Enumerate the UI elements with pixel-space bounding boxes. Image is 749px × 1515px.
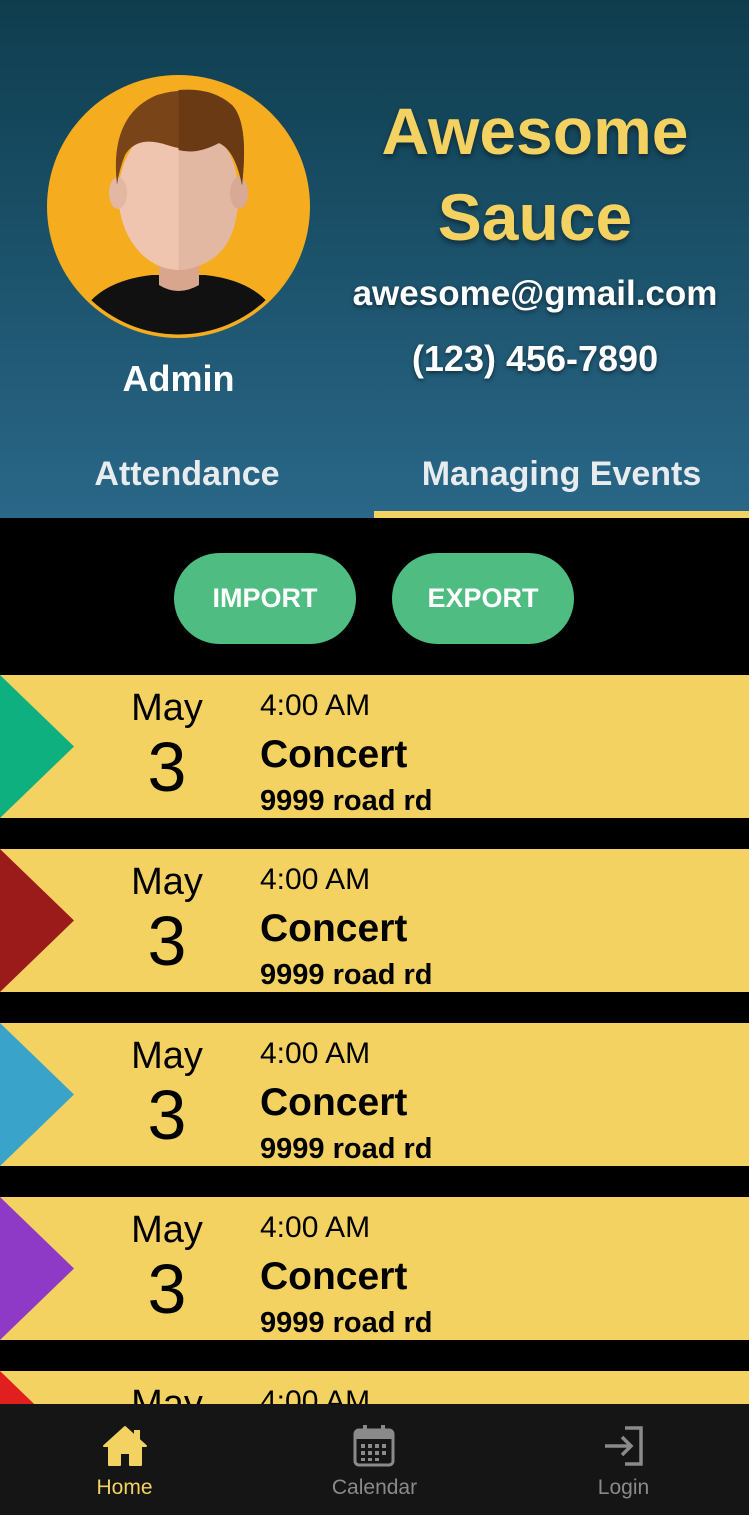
nav-home[interactable]: Home	[0, 1404, 249, 1515]
user-role: Admin	[122, 358, 235, 399]
event-month: May	[131, 1209, 203, 1251]
import-button[interactable]: IMPORT	[174, 553, 356, 644]
user-name: Awesome Sauce	[381, 94, 689, 254]
event-day: 3	[147, 1076, 187, 1154]
nav-home-label: Home	[96, 1476, 153, 1499]
tab-managing-events[interactable]: Managing Events	[374, 452, 749, 518]
event-month: May	[131, 861, 203, 903]
calendar-icon	[353, 1425, 395, 1467]
user-phone: (123) 456-7890	[411, 338, 659, 379]
event-title: Concert	[260, 733, 408, 776]
event-time: 4:00 AM	[260, 1037, 371, 1070]
nav-login-label: Login	[597, 1476, 650, 1499]
login-icon	[605, 1426, 643, 1466]
event-card[interactable]: May 3 4:00 AM Concert 9999 road rd	[0, 1023, 749, 1166]
event-card[interactable]: May 3 4:00 AM Concert 9999 road rd	[0, 1197, 749, 1340]
event-card[interactable]: May 3 4:00 AM Concert 9999 road rd	[0, 675, 749, 818]
event-address: 9999 road rd	[260, 1307, 433, 1339]
export-button[interactable]: EXPORT	[392, 553, 574, 644]
event-time: 4:00 AM	[260, 689, 371, 722]
event-color-arrow	[0, 849, 74, 992]
user-email: awesome@gmail.com	[352, 274, 718, 313]
event-color-arrow	[0, 675, 74, 818]
user-avatar-icon	[47, 75, 310, 338]
nav-calendar-label: Calendar	[331, 1476, 418, 1499]
active-tab-indicator	[374, 511, 749, 518]
event-actions: IMPORT EXPORT	[0, 518, 749, 675]
event-title: Concert	[260, 1255, 408, 1298]
event-card[interactable]: May 3 4:00 AM Concert 9999 road rd	[0, 849, 749, 992]
event-day: 3	[147, 1250, 187, 1328]
event-day: 3	[147, 902, 187, 980]
event-time: 4:00 AM	[260, 1211, 371, 1244]
bottom-navigation: Home Calendar Login	[0, 1404, 749, 1515]
event-color-arrow	[0, 1023, 74, 1166]
event-month: May	[131, 1035, 203, 1077]
event-color-arrow	[0, 1197, 74, 1340]
home-icon	[103, 1426, 147, 1466]
event-time: 4:00 AM	[260, 863, 371, 896]
event-address: 9999 road rd	[260, 959, 433, 991]
event-address: 9999 road rd	[260, 785, 433, 817]
event-address: 9999 road rd	[260, 1133, 433, 1165]
event-day: 3	[147, 728, 187, 806]
nav-login[interactable]: Login	[499, 1404, 748, 1515]
event-title: Concert	[260, 907, 408, 950]
profile-header: Admin Awesome Sauce awesome@gmail.com (1…	[0, 0, 749, 518]
tab-attendance[interactable]: Attendance	[0, 452, 374, 518]
event-title: Concert	[260, 1081, 408, 1124]
nav-calendar[interactable]: Calendar	[250, 1404, 499, 1515]
event-month: May	[131, 687, 203, 729]
